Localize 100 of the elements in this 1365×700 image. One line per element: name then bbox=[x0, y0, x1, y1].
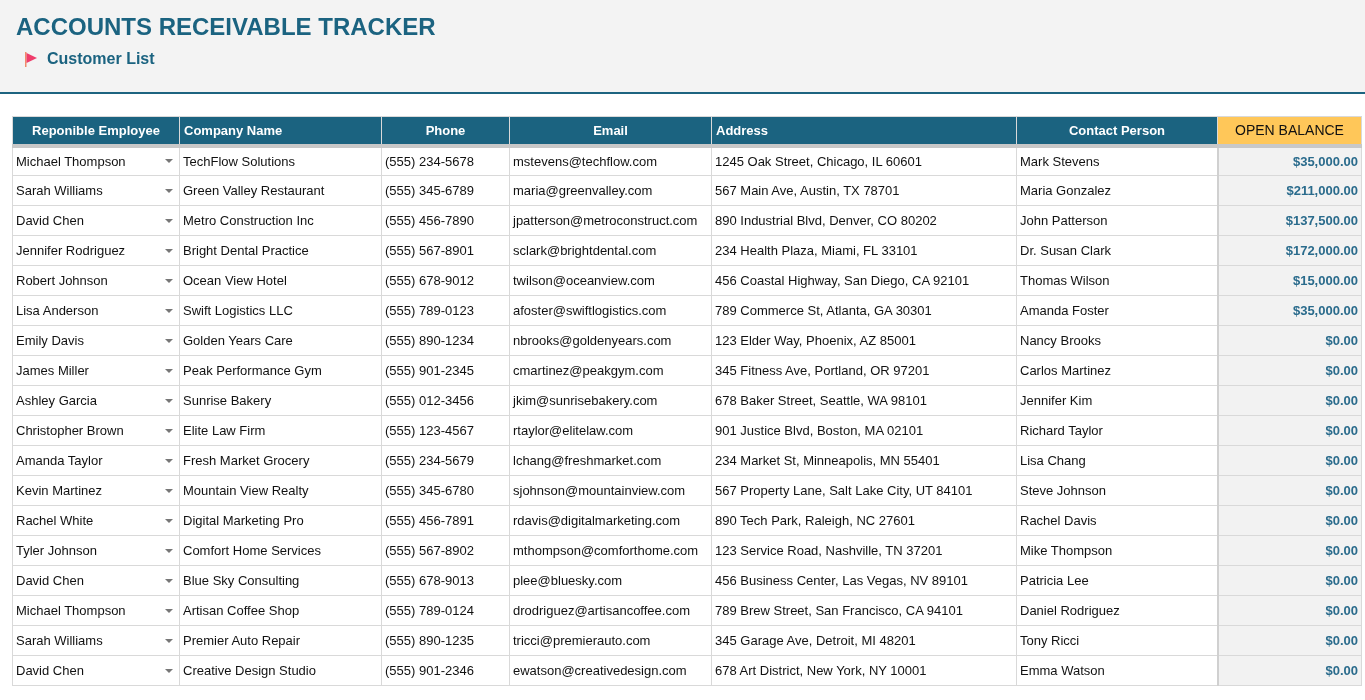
table-cell: (555) 678-9013 bbox=[381, 565, 510, 596]
table-cell: 678 Art District, New York, NY 10001 bbox=[711, 655, 1017, 686]
table-cell: Bright Dental Practice bbox=[179, 235, 382, 266]
table-cell: 234 Market St, Minneapolis, MN 55401 bbox=[711, 445, 1017, 476]
table-cell: Premier Auto Repair bbox=[179, 625, 382, 656]
flag-icon bbox=[25, 51, 37, 67]
balance-cell: $0.00 bbox=[1217, 505, 1362, 536]
balance-cell: $211,000.00 bbox=[1217, 175, 1362, 206]
balance-cell: $0.00 bbox=[1217, 445, 1362, 476]
caret-icon bbox=[165, 608, 173, 613]
table-cell: 1245 Oak Street, Chicago, IL 60601 bbox=[711, 145, 1017, 176]
dropdown-cell[interactable]: Amanda Taylor bbox=[12, 445, 180, 476]
table-cell: (555) 456-7890 bbox=[381, 205, 510, 236]
dropdown-cell[interactable]: David Chen bbox=[12, 205, 180, 236]
table-cell: afoster@swiftlogistics.com bbox=[509, 295, 712, 326]
balance-cell: $0.00 bbox=[1217, 655, 1362, 686]
caret-icon bbox=[165, 368, 173, 373]
table-cell: Fresh Market Grocery bbox=[179, 445, 382, 476]
table-cell: (555) 567-8901 bbox=[381, 235, 510, 266]
table-cell: 567 Main Ave, Austin, TX 78701 bbox=[711, 175, 1017, 206]
balance-cell: $0.00 bbox=[1217, 415, 1362, 446]
column-header: Contact Person bbox=[1016, 116, 1218, 146]
dropdown-cell[interactable]: Kevin Martinez bbox=[12, 475, 180, 506]
table-cell: Mountain View Realty bbox=[179, 475, 382, 506]
table-cell: 678 Baker Street, Seattle, WA 98101 bbox=[711, 385, 1017, 416]
table-cell: jkim@sunrisebakery.com bbox=[509, 385, 712, 416]
balance-cell: $0.00 bbox=[1217, 625, 1362, 656]
table-cell: 345 Garage Ave, Detroit, MI 48201 bbox=[711, 625, 1017, 656]
caret-icon bbox=[165, 159, 173, 164]
table-cell: Ocean View Hotel bbox=[179, 265, 382, 296]
table-cell: (555) 890-1235 bbox=[381, 625, 510, 656]
table-cell: (555) 234-5679 bbox=[381, 445, 510, 476]
dropdown-cell[interactable]: Jennifer Rodriguez bbox=[12, 235, 180, 266]
table-cell: (555) 345-6789 bbox=[381, 175, 510, 206]
table-cell: Peak Performance Gym bbox=[179, 355, 382, 386]
dropdown-cell[interactable]: Robert Johnson bbox=[12, 265, 180, 296]
balance-cell: $172,000.00 bbox=[1217, 235, 1362, 266]
table-cell: Swift Logistics LLC bbox=[179, 295, 382, 326]
table-cell: (555) 901-2345 bbox=[381, 355, 510, 386]
caret-icon bbox=[165, 518, 173, 523]
table-cell: rdavis@digitalmarketing.com bbox=[509, 505, 712, 536]
table-cell: twilson@oceanview.com bbox=[509, 265, 712, 296]
caret-icon bbox=[165, 248, 173, 253]
column-header: Phone bbox=[381, 116, 510, 146]
dropdown-cell[interactable]: Christopher Brown bbox=[12, 415, 180, 446]
table-cell: 123 Service Road, Nashville, TN 37201 bbox=[711, 535, 1017, 566]
balance-cell: $0.00 bbox=[1217, 595, 1362, 626]
dropdown-cell[interactable]: Michael Thompson bbox=[12, 595, 180, 626]
caret-icon bbox=[165, 548, 173, 553]
table-cell: maria@greenvalley.com bbox=[509, 175, 712, 206]
column-header: Email bbox=[509, 116, 712, 146]
table-cell: 901 Justice Blvd, Boston, MA 02101 bbox=[711, 415, 1017, 446]
table-cell: jpatterson@metroconstruct.com bbox=[509, 205, 712, 236]
table-cell: nbrooks@goldenyears.com bbox=[509, 325, 712, 356]
table-cell: Digital Marketing Pro bbox=[179, 505, 382, 536]
table-cell: Artisan Coffee Shop bbox=[179, 595, 382, 626]
caret-icon bbox=[165, 578, 173, 583]
dropdown-cell[interactable]: David Chen bbox=[12, 655, 180, 686]
balance-cell: $15,000.00 bbox=[1217, 265, 1362, 296]
table-cell: mthompson@comforthome.com bbox=[509, 535, 712, 566]
caret-icon bbox=[165, 638, 173, 643]
table-cell: 789 Brew Street, San Francisco, CA 94101 bbox=[711, 595, 1017, 626]
column-header: Address bbox=[711, 116, 1017, 146]
table-cell: Golden Years Care bbox=[179, 325, 382, 356]
table-cell: (555) 789-0124 bbox=[381, 595, 510, 626]
dropdown-cell[interactable]: Sarah Williams bbox=[12, 175, 180, 206]
caret-icon bbox=[165, 278, 173, 283]
dropdown-cell[interactable]: David Chen bbox=[12, 565, 180, 596]
table-cell: 456 Coastal Highway, San Diego, CA 92101 bbox=[711, 265, 1017, 296]
table-cell: plee@bluesky.com bbox=[509, 565, 712, 596]
table-cell: rtaylor@elitelaw.com bbox=[509, 415, 712, 446]
table-cell: (555) 012-3456 bbox=[381, 385, 510, 416]
dropdown-cell[interactable]: Lisa Anderson bbox=[12, 295, 180, 326]
dropdown-cell[interactable]: Ashley Garcia bbox=[12, 385, 180, 416]
dropdown-cell[interactable]: Sarah Williams bbox=[12, 625, 180, 656]
caret-icon bbox=[165, 458, 173, 463]
dropdown-cell[interactable]: Tyler Johnson bbox=[12, 535, 180, 566]
caret-icon bbox=[165, 188, 173, 193]
table-cell: 123 Elder Way, Phoenix, AZ 85001 bbox=[711, 325, 1017, 356]
dropdown-cell[interactable]: Rachel White bbox=[12, 505, 180, 536]
caret-icon bbox=[165, 668, 173, 673]
table-cell: Creative Design Studio bbox=[179, 655, 382, 686]
table-cell: mstevens@techflow.com bbox=[509, 145, 712, 176]
caret-icon bbox=[165, 488, 173, 493]
dropdown-cell[interactable]: James Miller bbox=[12, 355, 180, 386]
table-cell: (555) 890-1234 bbox=[381, 325, 510, 356]
caret-icon bbox=[165, 338, 173, 343]
section-title: Customer List bbox=[47, 50, 155, 68]
table-cell: (555) 456-7891 bbox=[381, 505, 510, 536]
table-cell: Blue Sky Consulting bbox=[179, 565, 382, 596]
balance-cell: $0.00 bbox=[1217, 535, 1362, 566]
caret-icon bbox=[165, 398, 173, 403]
column-header: Reponible Employee bbox=[12, 116, 180, 146]
table-cell: 890 Tech Park, Raleigh, NC 27601 bbox=[711, 505, 1017, 536]
table-cell: 456 Business Center, Las Vegas, NV 89101 bbox=[711, 565, 1017, 596]
table-cell: ewatson@creativedesign.com bbox=[509, 655, 712, 686]
dropdown-cell[interactable]: Michael Thompson bbox=[12, 145, 180, 176]
dropdown-cell[interactable]: Emily Davis bbox=[12, 325, 180, 356]
table-cell: Sunrise Bakery bbox=[179, 385, 382, 416]
balance-cell: $0.00 bbox=[1217, 325, 1362, 356]
